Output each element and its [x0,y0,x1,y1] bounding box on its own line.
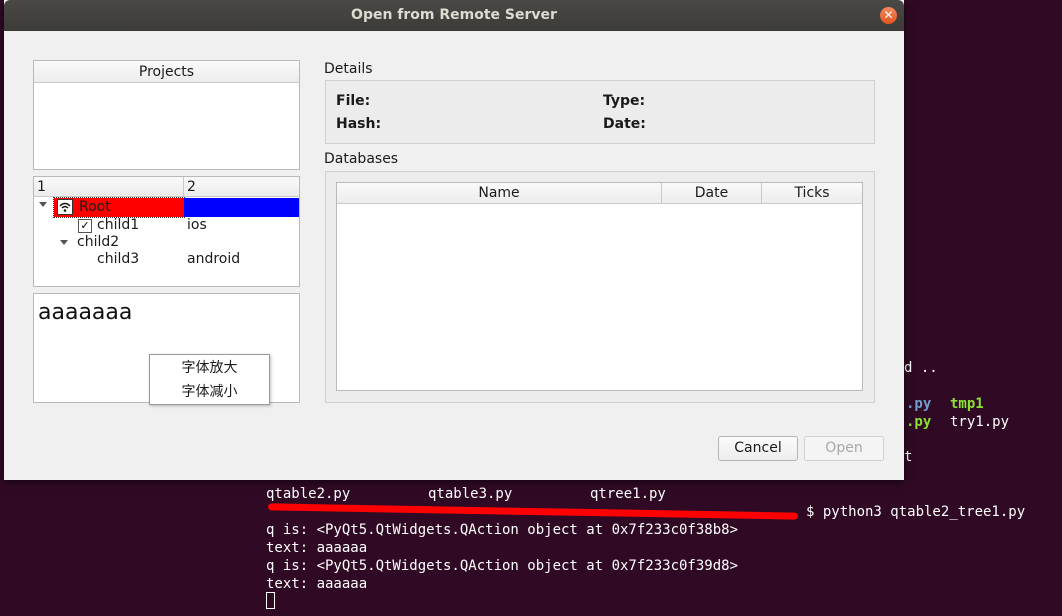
wifi-icon [57,199,73,215]
open-remote-dialog: Open from Remote Server ✕ Projects 1 2 R… [4,0,904,480]
tree-header-label: 1 [37,179,46,195]
terminal-text: .py [906,414,932,430]
tree-item-value: ios [187,217,207,233]
databases-heading: Databases [324,151,399,167]
checkmark-icon: ✓ [80,219,90,232]
tree-item-label: child2 [77,234,120,250]
terminal-output-line: text: aaaaaa [266,540,368,556]
terminal-file: qtable2.py [266,486,351,502]
tree-item-label: child1 [97,217,140,233]
terminal-text: .py [906,396,932,412]
tree-row-child1[interactable]: ✓ child1 ios [34,217,299,235]
date-label: Date: [603,116,646,132]
terminal-output-line: text: aaaaaa [266,576,368,592]
tree-header-col2[interactable]: 2 [184,177,299,197]
column-header-date[interactable]: Date [662,183,762,204]
hash-label: Hash: [336,116,382,132]
terminal-output-line: q is: <PyQt5.QtWidgets.QAction object at… [266,522,739,538]
collapse-arrow-icon[interactable] [60,240,68,245]
file-label: File: [336,93,371,109]
terminal-output-line: q is: <PyQt5.QtWidgets.QAction object at… [266,558,739,574]
terminal-file: qtree1.py [590,486,666,502]
terminal-text: try1.py [950,414,1010,430]
dialog-title: Open from Remote Server [351,7,557,23]
tree-row-child3[interactable]: child3 android [34,251,299,269]
tree-widget[interactable]: 1 2 Root ✓ child1 ios child2 child3 andr… [33,176,300,287]
tree-item-label: child3 [97,251,140,267]
column-header-label: Name [478,185,520,201]
root-cell [53,197,185,218]
terminal-cursor [266,592,275,609]
type-label: Type: [603,93,646,109]
collapse-arrow-icon[interactable] [39,202,47,207]
close-icon: ✕ [883,8,894,22]
tree-item-value: android [187,251,241,267]
context-menu: 字体放大 字体减小 [149,354,270,405]
column-header-label: Ticks [794,185,830,201]
tree-header-col1[interactable]: 1 [34,177,184,197]
open-button[interactable]: Open [804,436,884,461]
terminal-text: t [904,449,913,465]
projects-header[interactable]: Projects [34,61,299,83]
close-button[interactable]: ✕ [880,7,897,24]
tree-row-child2[interactable]: child2 [34,234,299,252]
details-group: File: Type: Hash: Date: [325,80,875,144]
databases-group: Name Date Ticks [325,171,875,403]
text-edit-content: aaaaaaa [38,300,133,325]
column-header-label: Date [694,185,729,201]
tree-header-label: 2 [187,179,196,195]
details-heading: Details [324,61,373,77]
terminal-text: d .. [904,360,938,376]
terminal-command: $ python3 qtable2_tree1.py [806,504,1026,520]
checkbox[interactable]: ✓ [78,219,92,233]
menu-item-zoom-out[interactable]: 字体减小 [150,380,269,404]
projects-list[interactable]: Projects [33,60,300,170]
root-col2-cell [184,198,299,217]
redaction-mark [267,503,799,520]
column-header-ticks[interactable]: Ticks [762,183,862,204]
cancel-button[interactable]: Cancel [718,436,798,461]
tree-row-root[interactable]: Root [34,197,299,218]
databases-table[interactable]: Name Date Ticks [336,182,863,391]
projects-header-label: Projects [138,64,195,80]
terminal-file: qtable3.py [428,486,513,502]
menu-item-zoom-in[interactable]: 字体放大 [150,356,269,380]
column-header-name[interactable]: Name [337,183,662,204]
tree-item-label: Root [79,199,111,215]
terminal-text: tmp1 [950,396,984,412]
